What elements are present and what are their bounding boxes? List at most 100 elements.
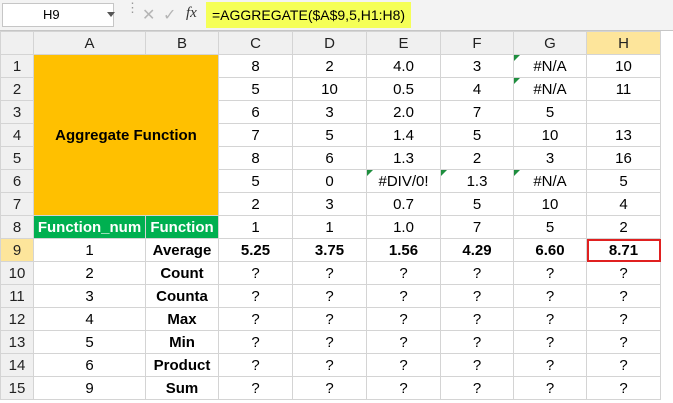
cell-d9[interactable]: 3.75 [292, 238, 367, 262]
row-header-7[interactable]: 7 [0, 192, 34, 216]
drag-handle-icon[interactable]: ⋮ [126, 1, 139, 25]
cell-f12[interactable]: ? [440, 307, 514, 331]
row-header-13[interactable]: 13 [0, 330, 34, 354]
cell-g10[interactable]: ? [513, 261, 587, 285]
cell-f5[interactable]: 2 [440, 146, 514, 170]
cell-f13[interactable]: ? [440, 330, 514, 354]
cell-d4[interactable]: 5 [292, 123, 367, 147]
cell-g1[interactable]: #N/A [513, 54, 587, 78]
column-header-g[interactable]: G [513, 31, 587, 55]
cell-h2[interactable]: 11 [586, 77, 661, 101]
cell-e2[interactable]: 0.5 [366, 77, 441, 101]
row-header-1[interactable]: 1 [0, 54, 34, 78]
cell-g9[interactable]: 6.60 [513, 238, 587, 262]
cell-f6[interactable]: 1.3 [440, 169, 514, 193]
cell-c1[interactable]: 8 [218, 54, 293, 78]
column-header-b[interactable]: B [145, 31, 219, 55]
cell-g4[interactable]: 10 [513, 123, 587, 147]
cell-e8[interactable]: 1.0 [366, 215, 441, 239]
cell-d11[interactable]: ? [292, 284, 367, 308]
cell-e3[interactable]: 2.0 [366, 100, 441, 124]
row-header-9[interactable]: 9 [0, 238, 34, 262]
cell-e7[interactable]: 0.7 [366, 192, 441, 216]
cell-e13[interactable]: ? [366, 330, 441, 354]
cell-b13[interactable]: Min [145, 330, 219, 354]
cell-d5[interactable]: 6 [292, 146, 367, 170]
row-header-15[interactable]: 15 [0, 376, 34, 400]
cell-d12[interactable]: ? [292, 307, 367, 331]
cell-h10[interactable]: ? [586, 261, 661, 285]
cell-f10[interactable]: ? [440, 261, 514, 285]
cell-c9[interactable]: 5.25 [218, 238, 293, 262]
cell-b10[interactable]: Count [145, 261, 219, 285]
cell-a8[interactable]: Function_num [33, 215, 146, 239]
cell-f11[interactable]: ? [440, 284, 514, 308]
cell-g14[interactable]: ? [513, 353, 587, 377]
cell-c5[interactable]: 8 [218, 146, 293, 170]
column-header-f[interactable]: F [440, 31, 514, 55]
cell-h15[interactable]: ? [586, 376, 661, 400]
cell-e5[interactable]: 1.3 [366, 146, 441, 170]
column-header-h[interactable]: H [586, 31, 661, 55]
cell-d13[interactable]: ? [292, 330, 367, 354]
cell-a14[interactable]: 6 [33, 353, 146, 377]
cell-c13[interactable]: ? [218, 330, 293, 354]
row-header-14[interactable]: 14 [0, 353, 34, 377]
cell-a10[interactable]: 2 [33, 261, 146, 285]
cell-c6[interactable]: 5 [218, 169, 293, 193]
cell-h6[interactable]: 5 [586, 169, 661, 193]
cell-c3[interactable]: 6 [218, 100, 293, 124]
column-header-d[interactable]: D [292, 31, 367, 55]
cell-e1[interactable]: 4.0 [366, 54, 441, 78]
cell-e9[interactable]: 1.56 [366, 238, 441, 262]
cell-e11[interactable]: ? [366, 284, 441, 308]
name-box[interactable]: H9 [2, 3, 114, 27]
cell-d6[interactable]: 0 [292, 169, 367, 193]
cell-f4[interactable]: 5 [440, 123, 514, 147]
cell-h7[interactable]: 4 [586, 192, 661, 216]
cell-h4[interactable]: 13 [586, 123, 661, 147]
cell-g12[interactable]: ? [513, 307, 587, 331]
cell-e15[interactable]: ? [366, 376, 441, 400]
cell-c15[interactable]: ? [218, 376, 293, 400]
row-header-12[interactable]: 12 [0, 307, 34, 331]
cell-b8[interactable]: Function [145, 215, 219, 239]
cell-h5[interactable]: 16 [586, 146, 661, 170]
cell-c2[interactable]: 5 [218, 77, 293, 101]
row-header-6[interactable]: 6 [0, 169, 34, 193]
cell-d10[interactable]: ? [292, 261, 367, 285]
cell-b15[interactable]: Sum [145, 376, 219, 400]
cell-f2[interactable]: 4 [440, 77, 514, 101]
cell-f1[interactable]: 3 [440, 54, 514, 78]
cell-h1[interactable]: 10 [586, 54, 661, 78]
formula-input[interactable]: =AGGREGATE($A$9,5,H1:H8) [206, 2, 412, 28]
cell-c4[interactable]: 7 [218, 123, 293, 147]
cell-g5[interactable]: 3 [513, 146, 587, 170]
row-header-3[interactable]: 3 [0, 100, 34, 124]
column-header-e[interactable]: E [366, 31, 441, 55]
cell-b12[interactable]: Max [145, 307, 219, 331]
cell-d3[interactable]: 3 [292, 100, 367, 124]
cell-e6[interactable]: #DIV/0! [366, 169, 441, 193]
cell-a15[interactable]: 9 [33, 376, 146, 400]
cell-g2[interactable]: #N/A [513, 77, 587, 101]
cell-g11[interactable]: ? [513, 284, 587, 308]
cell-f15[interactable]: ? [440, 376, 514, 400]
cell-a13[interactable]: 5 [33, 330, 146, 354]
cell-d1[interactable]: 2 [292, 54, 367, 78]
cell-c7[interactable]: 2 [218, 192, 293, 216]
cell-c12[interactable]: ? [218, 307, 293, 331]
cell-e10[interactable]: ? [366, 261, 441, 285]
column-header-a[interactable]: A [33, 31, 146, 55]
cell-h13[interactable]: ? [586, 330, 661, 354]
cell-d2[interactable]: 10 [292, 77, 367, 101]
cell-c14[interactable]: ? [218, 353, 293, 377]
cell-h9[interactable]: 8.71 [586, 238, 661, 262]
cell-h11[interactable]: ? [586, 284, 661, 308]
cell-g13[interactable]: ? [513, 330, 587, 354]
row-header-2[interactable]: 2 [0, 77, 34, 101]
cell-d7[interactable]: 3 [292, 192, 367, 216]
cell-b9[interactable]: Average [145, 238, 219, 262]
cell-h3[interactable] [586, 100, 661, 124]
row-header-4[interactable]: 4 [0, 123, 34, 147]
